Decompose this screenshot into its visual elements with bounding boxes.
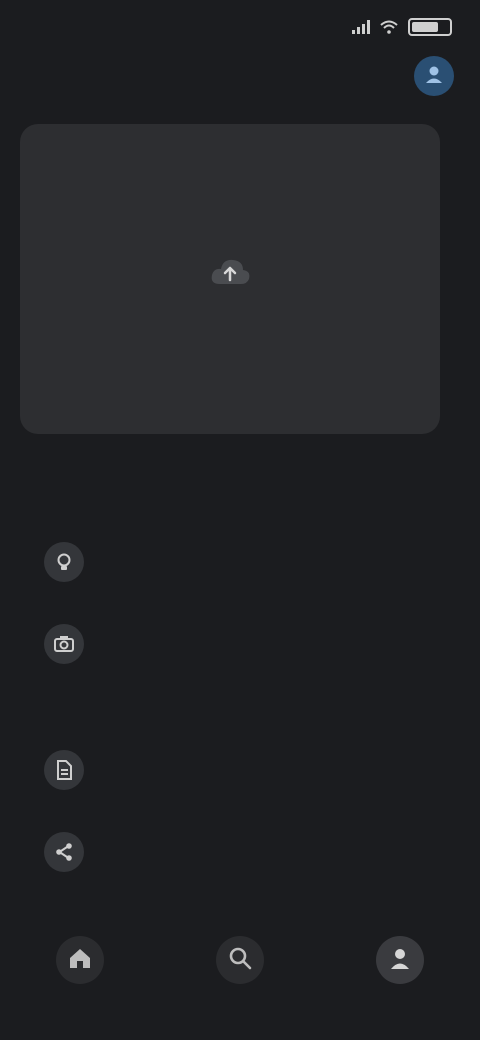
status-icons [352, 18, 452, 36]
nav-home[interactable] [56, 936, 104, 984]
cloud-upload-icon [208, 254, 252, 295]
list-item[interactable] [0, 820, 480, 890]
camera-icon [44, 624, 84, 664]
document-icon [44, 750, 84, 790]
list-item[interactable] [0, 612, 480, 682]
bottom-nav [0, 910, 480, 1020]
person-icon [423, 63, 445, 90]
nav-profile[interactable] [376, 936, 424, 984]
profile-icon [387, 945, 413, 976]
lightbulb-icon [44, 542, 84, 582]
battery-icon [408, 18, 452, 36]
search-icon [227, 945, 253, 976]
status-bar [0, 0, 480, 56]
app-header [0, 52, 480, 102]
nav-search[interactable] [216, 936, 264, 984]
share-icon [44, 832, 84, 872]
home-icon [67, 945, 93, 976]
list-item[interactable] [0, 738, 480, 808]
avatar[interactable] [414, 56, 454, 96]
capture-card[interactable] [20, 124, 440, 434]
signal-icon [352, 20, 370, 34]
wifi-icon [380, 20, 398, 34]
list-item[interactable] [0, 530, 480, 600]
